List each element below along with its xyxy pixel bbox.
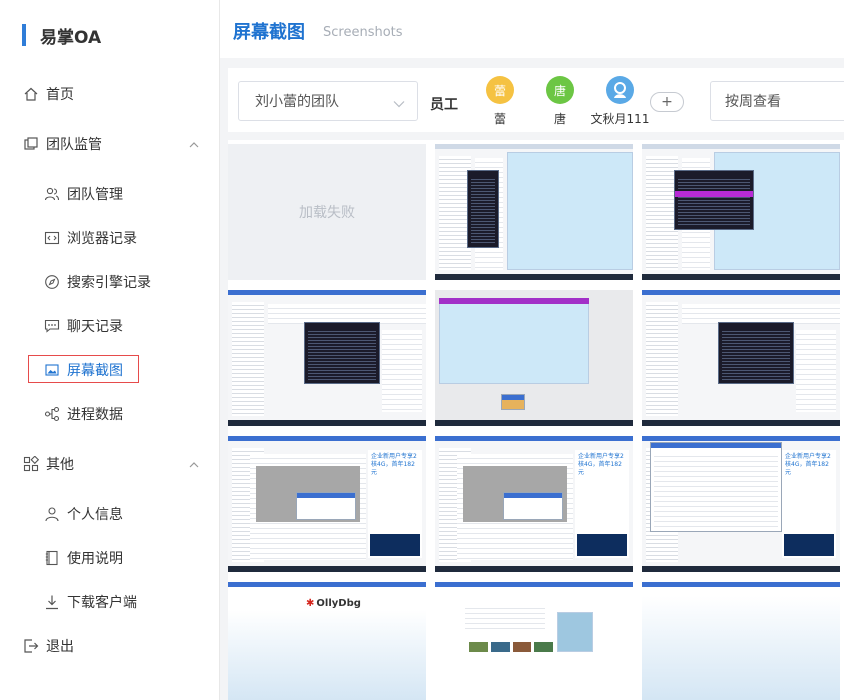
chat-icon: [43, 317, 61, 335]
employee-name: 蕾: [493, 112, 506, 126]
users-icon: [43, 185, 61, 203]
sidebar-item-label: 屏幕截图: [67, 363, 123, 379]
week-view-select[interactable]: 按周查看: [710, 81, 844, 121]
sidebar-item-process-data[interactable]: 进程数据: [0, 398, 219, 430]
ad-text: 企业新用户专享2核4G，首年182元: [371, 453, 417, 476]
sidebar-item-home[interactable]: 首页: [0, 78, 219, 110]
employee-chip[interactable]: 唐 唐: [530, 76, 590, 127]
brand-accent-bar: [22, 24, 26, 46]
ad-text: 企业新用户专享2核4G，首年182元: [785, 453, 831, 476]
sidebar-item-label: 进程数据: [67, 407, 123, 423]
avatar: 蕾: [486, 76, 514, 104]
sidebar-item-label: 团队管理: [67, 187, 123, 203]
grid-apps-icon: [22, 455, 40, 473]
screenshot-failed[interactable]: 加载失败: [228, 144, 426, 280]
team-monitor-icon: [22, 135, 40, 153]
sidebar-item-logout[interactable]: 退出: [0, 630, 219, 662]
sidebar-item-label: 使用说明: [67, 551, 123, 567]
screenshot-thumbnail[interactable]: [435, 582, 633, 700]
sidebar-item-label: 聊天记录: [67, 319, 123, 335]
sidebar: 易掌OA 首页 团队监管 团队管理 浏览器记录 搜索引擎记录 聊天记录 屏幕截图…: [0, 0, 220, 700]
employee-name: 文秋月111: [590, 112, 650, 126]
book-icon: [43, 549, 61, 567]
app-root: 易掌OA 首页 团队监管 团队管理 浏览器记录 搜索引擎记录 聊天记录 屏幕截图…: [0, 0, 844, 700]
sidebar-group-other[interactable]: 其他: [0, 448, 219, 480]
sidebar-item-label: 个人信息: [67, 507, 123, 523]
chevron-up-icon[interactable]: [189, 457, 199, 473]
brand-name: 易掌OA: [40, 27, 102, 48]
sidebar-item-manual[interactable]: 使用说明: [0, 542, 219, 574]
logout-icon: [22, 637, 40, 655]
screenshot-thumbnail[interactable]: 企业新用户专享2核4G，首年182元: [435, 436, 633, 572]
compass-icon: [43, 273, 61, 291]
sidebar-item-profile[interactable]: 个人信息: [0, 498, 219, 530]
download-icon: [43, 593, 61, 611]
avatar: [606, 76, 634, 104]
sidebar-item-search-history[interactable]: 搜索引擎记录: [0, 266, 219, 298]
employee-label: 员工: [430, 97, 458, 113]
sidebar-group-label: 其他: [46, 457, 74, 473]
employee-chip[interactable]: 文秋月111: [590, 76, 650, 127]
sidebar-item-screenshots[interactable]: 屏幕截图: [0, 354, 219, 386]
screenshot-thumbnail[interactable]: [228, 290, 426, 426]
ollydbg-logo-icon: ✱: [306, 598, 315, 609]
chevron-up-icon[interactable]: [189, 137, 199, 153]
avatar: 唐: [546, 76, 574, 104]
code-window-icon: [43, 229, 61, 247]
sidebar-group-team[interactable]: 团队监管: [0, 128, 219, 160]
week-view-value: 按周查看: [725, 94, 781, 110]
ollydbg-heading: ✱ OllyDbg: [306, 598, 361, 609]
sidebar-item-chat-history[interactable]: 聊天记录: [0, 310, 219, 342]
screenshot-thumbnail[interactable]: [642, 290, 840, 426]
screenshot-grid: 加载失败 企业新用户专享2核4G，首年182元 企业新用户专享2核4G，首年18…: [228, 140, 844, 700]
employee-name: 唐: [553, 112, 566, 126]
sidebar-item-browser-history[interactable]: 浏览器记录: [0, 222, 219, 254]
image-icon: [43, 361, 61, 379]
sidebar-item-label: 首页: [46, 87, 74, 103]
add-employee-button[interactable]: +: [650, 92, 684, 112]
filter-bar: 刘小蕾的团队 员工 蕾 蕾 唐 唐 文秋月111 + 按周查看: [228, 68, 844, 132]
screenshot-thumbnail[interactable]: [435, 144, 633, 280]
screenshot-thumbnail[interactable]: [435, 290, 633, 426]
employee-chip[interactable]: 蕾 蕾: [470, 76, 530, 127]
chevron-down-icon: [393, 96, 405, 112]
screenshot-thumbnail[interactable]: [642, 144, 840, 280]
default-avatar-icon: [614, 82, 626, 98]
load-failed-text: 加载失败: [299, 205, 355, 221]
page-title: 屏幕截图: [233, 22, 305, 43]
sidebar-item-team-management[interactable]: 团队管理: [0, 178, 219, 210]
sidebar-item-label: 下载客户端: [67, 595, 137, 611]
screenshot-thumbnail[interactable]: ✱ OllyDbg: [228, 582, 426, 700]
team-select[interactable]: 刘小蕾的团队: [238, 81, 418, 121]
screenshot-thumbnail[interactable]: 企业新用户专享2核4G，首年182元: [228, 436, 426, 572]
team-select-value: 刘小蕾的团队: [255, 94, 339, 110]
sidebar-item-label: 退出: [46, 639, 74, 655]
sidebar-group-label: 团队监管: [46, 137, 102, 153]
screenshot-thumbnail[interactable]: 企业新用户专享2核4G，首年182元: [642, 436, 840, 572]
process-flow-icon: [43, 405, 61, 423]
sidebar-item-label: 搜索引擎记录: [67, 275, 151, 291]
screenshot-thumbnail[interactable]: [642, 582, 840, 700]
ad-text: 企业新用户专享2核4G，首年182元: [578, 453, 624, 476]
page-subtitle: Screenshots: [323, 25, 403, 40]
sidebar-item-label: 浏览器记录: [67, 231, 137, 247]
page-header: 屏幕截图 Screenshots: [220, 0, 844, 58]
home-icon: [22, 85, 40, 103]
user-icon: [43, 505, 61, 523]
sidebar-item-download-client[interactable]: 下载客户端: [0, 586, 219, 618]
brand: 易掌OA: [22, 22, 101, 48]
